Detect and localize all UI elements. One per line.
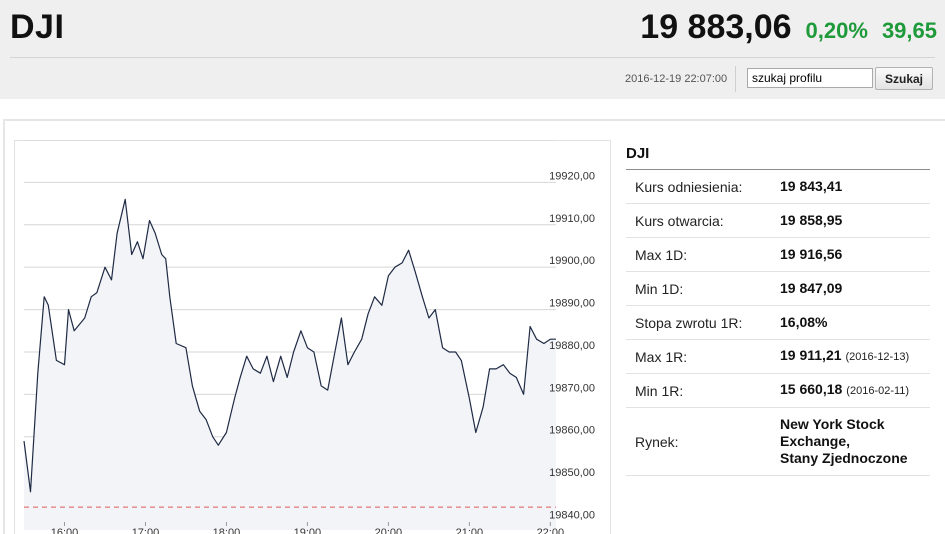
x-tick-label: 20:00 [375,527,403,534]
y-tick-label: 19870,00 [549,382,595,394]
info-value-number: 16,08% [780,314,828,330]
info-value-number: 19 847,09 [780,280,843,296]
x-tick-label: 22:00 [537,527,565,534]
info-label: Kurs odniesienia: [635,178,743,195]
info-label: Max 1D: [635,246,688,263]
info-row: Kurs odniesienia: 19 843,41 [626,170,930,204]
x-tick-label: 17:00 [132,527,160,534]
market-line: New York Stock [780,416,885,432]
symbol-title: DJI [10,8,65,46]
info-label: Max 1R: [635,348,688,365]
y-tick-label: 19850,00 [549,467,595,479]
info-value-number: 19 843,41 [780,178,843,194]
info-row: Max 1D: 19 916,56 [626,238,930,272]
info-row: Min 1D: 19 847,09 [626,272,930,306]
current-price: 19 883,06 [640,8,792,46]
info-row: Stopa zwrotu 1R: 16,08% [626,306,930,340]
intraday-chart[interactable]: 19920,00 19910,00 19900,00 19890,00 19880,00… [14,140,611,534]
info-row: Kurs otwarcia: 19 858,95 [626,204,930,238]
header-divider [10,57,935,58]
info-row: Max 1R: 19 911,21 (2016-12-13) [626,340,930,374]
info-panel: DJI Kurs odniesienia: 19 843,41 Kurs otwar… [626,140,930,476]
y-tick-label: 19880,00 [549,340,595,352]
y-tick-label: 19890,00 [549,298,595,310]
info-label: Kurs otwarcia: [635,212,724,229]
info-value-date: (2016-12-13) [845,351,910,363]
info-value: 16,08% [780,314,827,331]
info-label: Min 1D: [635,280,684,297]
info-value-number: 19 916,56 [780,246,843,262]
info-value: 19 843,41 [780,178,842,195]
info-table: Kurs odniesienia: 19 843,41 Kurs otwarcia:… [626,170,930,408]
info-row: Min 1R: 15 660,18 (2016-02-11) [626,374,930,408]
info-label: Stopa zwrotu 1R: [635,314,743,331]
market-line: Exchange, [780,433,851,449]
y-tick-label: 19920,00 [549,170,595,182]
info-value: 19 847,09 [780,280,842,297]
info-label: Min 1R: [635,382,684,399]
x-tick-label: 16:00 [51,527,79,534]
info-value-date: (2016-02-11) [846,385,910,397]
x-tick-label: 19:00 [294,527,322,534]
profile-search-input[interactable] [747,68,873,88]
quote-header: DJI 19 883,06 0,20% 39,65 2016-12-19 22:… [0,0,945,99]
info-title: DJI [626,140,930,170]
info-value-number: 19 911,21 [780,347,842,363]
quote-timestamp: 2016-12-19 22:07:00 [625,73,728,85]
y-tick-label: 19840,00 [549,510,595,522]
y-tick-label: 19900,00 [549,255,595,267]
market-row: Rynek: New York Stock Exchange, Stany Zj… [626,408,930,476]
info-value-number: 15 660,18 [780,381,843,397]
y-tick-label: 19860,00 [549,425,595,437]
market-label: Rynek: [635,433,679,450]
quote-summary: 19 883,06 0,20% 39,65 [640,8,937,47]
market-value: New York Stock Exchange, Stany Zjednoczo… [780,416,908,467]
info-value: 15 660,18 (2016-02-11) [780,381,909,400]
market-line: Stany Zjednoczone [780,450,908,466]
search-button[interactable]: Szukaj [875,67,933,90]
x-tick-label: 18:00 [213,527,241,534]
y-tick-label: 19910,00 [549,213,595,225]
x-tick-label: 21:00 [456,527,484,534]
info-value: 19 916,56 [780,246,842,263]
info-value: 19 858,95 [780,212,842,229]
info-value: 19 911,21 (2016-12-13) [780,347,909,366]
change-percent: 0,20% [805,18,868,43]
toolbar-separator [735,66,736,92]
change-value: 39,65 [881,18,937,43]
info-value-number: 19 858,95 [780,212,843,228]
